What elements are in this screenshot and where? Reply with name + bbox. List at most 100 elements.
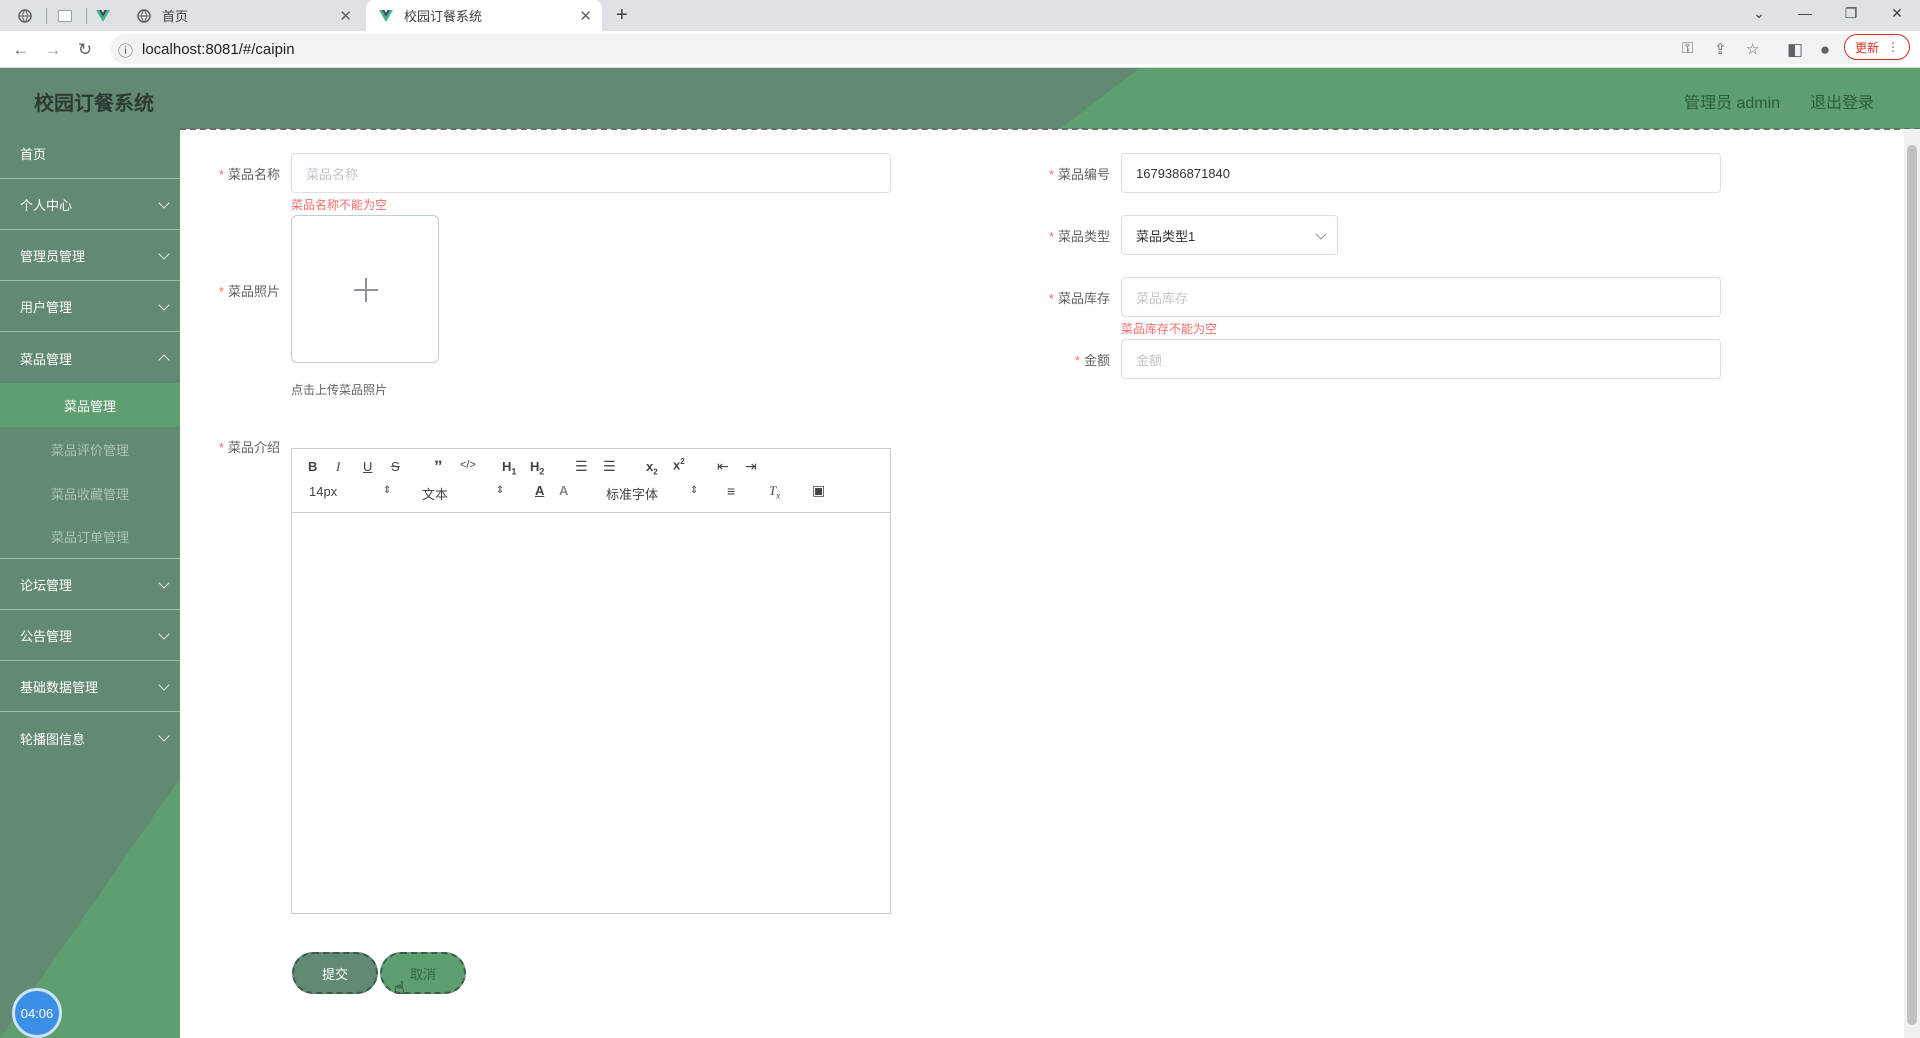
- close-tab-icon[interactable]: ✕: [339, 7, 352, 25]
- dish-type-select[interactable]: 菜品类型1: [1121, 215, 1338, 255]
- sidebar-item-notices[interactable]: 公告管理: [0, 611, 180, 661]
- align-icon[interactable]: ≡: [727, 483, 735, 499]
- chevron-down-icon: [158, 730, 170, 742]
- browser-tab-pinned[interactable]: [18, 0, 42, 31]
- image-icon[interactable]: ▣: [812, 482, 825, 499]
- globe-icon: [136, 8, 152, 24]
- amount-input[interactable]: 金额: [1121, 339, 1721, 379]
- header-select[interactable]: 文本 ⇕: [422, 484, 510, 503]
- sidebar-item-label: 个人中心: [20, 198, 73, 213]
- share-icon[interactable]: ⇪: [1714, 40, 1727, 58]
- key-icon[interactable]: ⚿: [1682, 40, 1693, 57]
- browser-tab-home[interactable]: 首页 ✕: [124, 0, 362, 31]
- hand-cursor-icon: ☝: [394, 978, 405, 998]
- star-icon[interactable]: ☆: [1746, 40, 1759, 58]
- scrollbar-thumb[interactable]: [1907, 145, 1917, 1025]
- italic-icon[interactable]: I: [336, 459, 340, 475]
- header-divider: [180, 128, 1920, 130]
- rich-text-editor: B I U S ” </> H1 H2 ☰ ☰ x2 x2 ⇤ ⇥ 14px ⇕ …: [291, 448, 891, 914]
- sidebar-item-label: 论坛管理: [20, 578, 73, 593]
- minimize-icon[interactable]: —: [1782, 0, 1828, 26]
- ordered-list-icon[interactable]: ☰: [575, 458, 588, 475]
- font-size-value: 14px: [309, 484, 338, 499]
- amount-label: * 金额: [1074, 353, 1110, 368]
- photo-upload-box[interactable]: [291, 215, 439, 363]
- subscript-icon[interactable]: x2: [646, 459, 658, 477]
- reload-icon[interactable]: ↻: [72, 37, 98, 63]
- vue-icon: [378, 8, 394, 24]
- sidebar-item-home[interactable]: 首页: [0, 129, 180, 179]
- underline-icon[interactable]: U: [363, 459, 372, 474]
- clear-format-icon[interactable]: Tx: [769, 483, 780, 501]
- back-icon[interactable]: ←: [8, 37, 34, 63]
- editor-content[interactable]: [292, 513, 890, 913]
- browser-tab-pinned[interactable]: [58, 0, 82, 31]
- blockquote-icon[interactable]: ”: [434, 457, 443, 477]
- photo-label: * 菜品照片: [218, 284, 280, 299]
- browser-tab-active[interactable]: 校园订餐系统 ✕: [366, 0, 602, 31]
- chevron-down-icon: [1315, 228, 1327, 240]
- dish-type-value: 菜品类型1: [1136, 228, 1196, 244]
- cancel-button[interactable]: 取消: [380, 952, 466, 994]
- dish-stock-placeholder: 菜品库存: [1136, 290, 1189, 306]
- dish-stock-input[interactable]: 菜品库存: [1121, 277, 1721, 317]
- bold-icon[interactable]: B: [308, 459, 317, 474]
- dish-name-input[interactable]: 菜品名称: [291, 153, 891, 193]
- chevron-down-icon: [158, 299, 170, 311]
- upload-tip: 点击上传菜品照片: [291, 383, 388, 397]
- update-button[interactable]: 更新 ⋮: [1843, 34, 1910, 60]
- sidebar: 首页 个人中心 管理员管理 用户管理 菜品管理 菜品管理 菜品评价管理 菜品收藏…: [0, 129, 180, 1038]
- outdent-icon[interactable]: ⇤: [717, 458, 729, 475]
- chevron-up-icon: [158, 354, 170, 366]
- url-text[interactable]: localhost:8081/#/caipin: [142, 41, 295, 58]
- font-size-select[interactable]: 14px ⇕: [309, 484, 397, 499]
- side-panel-icon[interactable]: ◧: [1782, 37, 1808, 63]
- sidebar-subitem-dish-orders[interactable]: 菜品订单管理: [0, 515, 180, 559]
- forward-icon[interactable]: →: [40, 37, 66, 63]
- sidebar-item-carousel[interactable]: 轮播图信息: [0, 713, 180, 763]
- sidebar-item-users[interactable]: 用户管理: [0, 282, 180, 332]
- tab-search-icon[interactable]: ⌄: [1736, 0, 1782, 26]
- sidebar-subitem-dish-management[interactable]: 菜品管理: [0, 383, 180, 427]
- sidebar-item-forum[interactable]: 论坛管理: [0, 560, 180, 610]
- profile-icon[interactable]: ●: [1812, 37, 1838, 63]
- indent-icon[interactable]: ⇥: [745, 458, 757, 475]
- sidebar-item-profile[interactable]: 个人中心: [0, 180, 180, 230]
- h2-icon[interactable]: H2: [530, 459, 544, 477]
- sidebar-item-admins[interactable]: 管理员管理: [0, 231, 180, 281]
- font-family-select[interactable]: 标准字体 ⇕: [606, 484, 702, 503]
- browser-tab-pinned[interactable]: [96, 0, 120, 31]
- info-icon[interactable]: ⓘ: [118, 40, 133, 61]
- dish-name-error: 菜品名称不能为空: [291, 198, 388, 212]
- stock-label: * 菜品库存: [1048, 291, 1110, 306]
- sidebar-subitem-dish-favorites[interactable]: 菜品收藏管理: [0, 471, 180, 515]
- sidebar-subitem-label: 菜品管理: [63, 398, 116, 414]
- sidebar-item-basic-data[interactable]: 基础数据管理: [0, 662, 180, 712]
- new-tab-button[interactable]: +: [616, 0, 636, 31]
- superscript-icon[interactable]: x2: [673, 457, 685, 472]
- sidebar-subitem-label: 菜品订单管理: [50, 530, 129, 545]
- chevron-down-icon: [158, 679, 170, 691]
- restore-icon[interactable]: ❐: [1828, 0, 1874, 26]
- sidebar-subitem-dish-reviews[interactable]: 菜品评价管理: [0, 427, 180, 471]
- submit-button[interactable]: 提交: [292, 952, 378, 994]
- logout-link[interactable]: 退出登录: [1810, 89, 1874, 113]
- dish-code-input[interactable]: 1679386871840: [1121, 153, 1721, 193]
- omnibox[interactable]: ⓘ localhost:8081/#/caipin ⚿ ⇪ ☆: [110, 34, 1908, 64]
- h1-icon[interactable]: H1: [502, 459, 516, 477]
- select-arrows-icon: ⇕: [690, 485, 699, 496]
- font-color-icon[interactable]: A: [535, 483, 544, 498]
- clock-widget[interactable]: 04:06: [12, 988, 62, 1038]
- background-color-icon[interactable]: A: [559, 483, 568, 498]
- bullet-list-icon[interactable]: ☰: [603, 458, 616, 475]
- strike-icon[interactable]: S: [391, 459, 400, 474]
- editor-toolbar: B I U S ” </> H1 H2 ☰ ☰ x2 x2 ⇤ ⇥ 14px ⇕ …: [292, 449, 890, 513]
- window-close-icon[interactable]: ✕: [1874, 0, 1920, 26]
- update-label: 更新: [1854, 40, 1879, 55]
- photo-label-text: 菜品照片: [227, 284, 280, 299]
- code-block-icon[interactable]: </>: [460, 459, 476, 471]
- browser-address-bar: ← → ↻ ⓘ localhost:8081/#/caipin ⚿ ⇪ ☆ ◧ …: [0, 31, 1920, 68]
- close-tab-icon[interactable]: ✕: [579, 7, 592, 25]
- type-label: * 菜品类型: [1048, 229, 1110, 244]
- sidebar-item-dishes[interactable]: 菜品管理: [0, 333, 180, 383]
